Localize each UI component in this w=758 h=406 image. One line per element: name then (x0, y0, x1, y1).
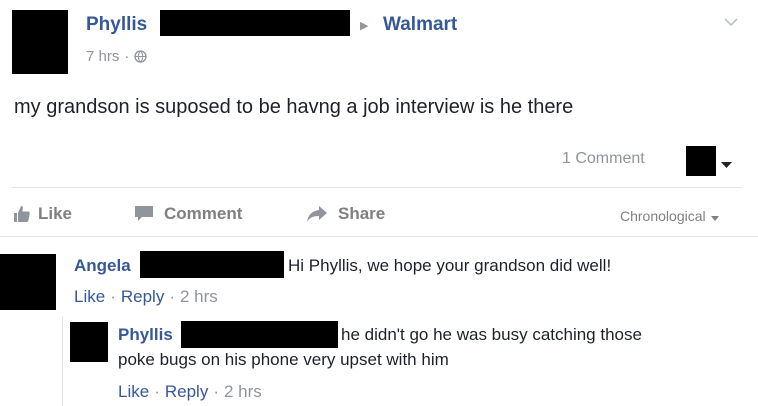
dropdown-caret-icon[interactable] (721, 156, 732, 174)
post-author-name[interactable]: Phyllis (86, 14, 147, 36)
target-arrow-icon: ▶ (360, 20, 369, 32)
post-options-chevron-icon[interactable] (724, 14, 738, 27)
sort-order-label: Chronological (620, 208, 706, 224)
like-label: Like (38, 204, 73, 223)
reply-author-name[interactable]: Phyllis (118, 325, 173, 345)
actions-top-divider (12, 187, 742, 188)
share-label: Share (338, 204, 386, 223)
globe-icon[interactable] (134, 50, 148, 63)
comment-text: Hi Phyllis, we hope your grandson did we… (288, 256, 612, 275)
comment-timestamp[interactable]: 2 hrs (180, 287, 218, 307)
author-avatar-redacted[interactable] (12, 10, 68, 74)
reply-thread-divider (62, 316, 63, 406)
comment-author-surname-redacted (140, 251, 284, 278)
like-button[interactable]: Like (12, 204, 72, 224)
meta-separator: · (213, 382, 219, 401)
share-arrow-icon (306, 205, 328, 223)
reply-like-link[interactable]: Like (118, 382, 149, 402)
comment-bubble-icon (134, 205, 154, 223)
meta-separator: · (124, 48, 130, 65)
meta-separator: · (110, 287, 116, 306)
reply-timestamp[interactable]: 2 hrs (224, 382, 262, 402)
reply-text-line-1: he didn't go he was busy catching those (341, 325, 642, 344)
reply-text-line-2: poke bugs on his phone very upset with h… (118, 350, 449, 369)
comment-count-link[interactable]: 1 Comment (562, 150, 645, 168)
reply-author-surname-redacted (181, 321, 338, 348)
commenter-avatar-redacted[interactable] (0, 254, 56, 310)
viewer-avatar-redacted[interactable] (686, 146, 716, 176)
thumbs-up-icon (12, 204, 32, 224)
meta-separator: · (154, 382, 160, 401)
author-surname-redacted (160, 10, 350, 36)
reply-avatar-redacted[interactable] (70, 322, 108, 362)
sort-caret-icon (710, 208, 719, 224)
sort-order-dropdown[interactable]: Chronological (620, 208, 719, 224)
comment-author-name[interactable]: Angela (74, 256, 131, 276)
post-body-text: my grandson is suposed to be havng a job… (14, 96, 574, 118)
comment-like-link[interactable]: Like (74, 287, 105, 307)
meta-separator: · (169, 287, 175, 306)
post-timestamp[interactable]: 7 hrs (86, 48, 119, 65)
comment-button[interactable]: Comment (134, 204, 242, 224)
comment-label: Comment (164, 204, 243, 223)
reply-reply-link[interactable]: Reply (165, 382, 208, 402)
comment-reply-link[interactable]: Reply (121, 287, 164, 307)
share-button[interactable]: Share (306, 204, 385, 224)
actions-bottom-divider (0, 236, 758, 237)
post-target-page[interactable]: Walmart (383, 14, 457, 36)
